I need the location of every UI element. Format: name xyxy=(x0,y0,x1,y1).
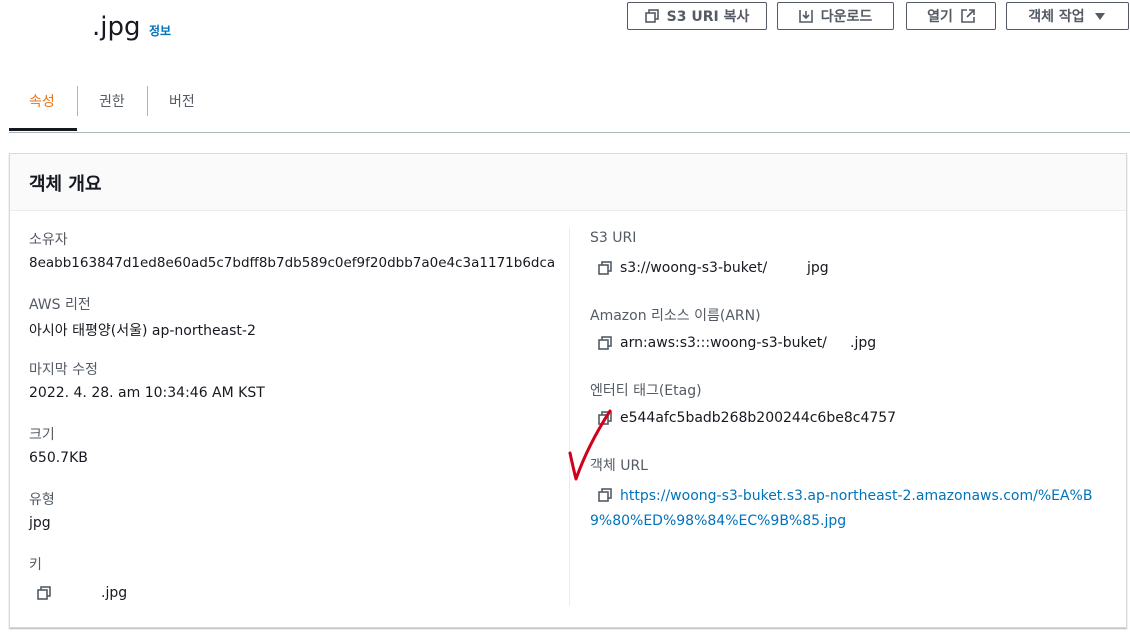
copy-s3-uri-icon[interactable] xyxy=(598,261,612,275)
page-title: .jpg xyxy=(92,12,141,42)
open-label: 열기 xyxy=(927,9,953,25)
copy-icon xyxy=(644,9,659,23)
object-overview-panel: 객체 개요 소유자 8eabb163847d1ed8e60ad5c7bdff8b… xyxy=(9,153,1127,628)
key-value: .jpg xyxy=(101,585,128,601)
tab-versions[interactable]: 버전 xyxy=(169,72,195,130)
tab-divider xyxy=(77,86,78,116)
external-link-icon xyxy=(961,9,975,23)
last-modified-label: 마지막 수정 xyxy=(29,362,98,378)
type-label: 유형 xyxy=(29,492,55,508)
copy-object-url-icon[interactable] xyxy=(598,488,612,502)
object-url-link[interactable]: https://woong-s3-buket.s3.ap-northeast-2… xyxy=(590,488,1092,529)
object-actions-button[interactable]: 객체 작업 xyxy=(1006,2,1129,30)
download-button[interactable]: 다운로드 xyxy=(777,2,894,30)
tab-bar: 속성 권한 버전 xyxy=(9,72,1130,133)
copy-s3-uri-label: S3 URI 복사 xyxy=(666,9,750,25)
tab-divider xyxy=(147,86,148,116)
s3-uri-label: S3 URI xyxy=(590,230,637,246)
copy-arn-icon[interactable] xyxy=(598,336,612,350)
tab-permissions[interactable]: 권한 xyxy=(99,72,125,130)
etag-value: e544afc5badb268b200244c6be8c4757 xyxy=(620,410,897,426)
open-button[interactable]: 열기 xyxy=(906,2,996,30)
arn-value-prefix: arn:aws:s3:::woong-s3-buket/ xyxy=(620,335,827,351)
object-url-block: https://woong-s3-buket.s3.ap-northeast-2… xyxy=(590,484,1100,534)
size-label: 크기 xyxy=(29,427,55,443)
object-actions-label: 객체 작업 xyxy=(1028,9,1085,25)
redacted-filename xyxy=(6,4,92,50)
arn-value-suffix: .jpg xyxy=(850,335,877,351)
region-value: 아시아 태평양(서울) ap-northeast-2 xyxy=(29,323,256,339)
owner-value: 8eabb163847d1ed8e60ad5c7bdff8b7db589c0ef… xyxy=(29,255,556,271)
key-label: 키 xyxy=(29,557,42,573)
region-label: AWS 리전 xyxy=(29,297,91,313)
s3-uri-value-prefix: s3://woong-s3-buket/ xyxy=(620,260,768,276)
tab-properties[interactable]: 속성 xyxy=(29,72,55,130)
info-link[interactable]: 정보 xyxy=(149,22,171,39)
owner-label: 소유자 xyxy=(29,232,68,248)
panel-header: 객체 개요 xyxy=(10,154,1126,211)
size-value: 650.7KB xyxy=(29,450,88,466)
type-value: jpg xyxy=(29,515,51,531)
object-header: .jpg 정보 S3 URI 복사 다운로드 열기 객체 작업 xyxy=(0,0,1130,60)
download-icon xyxy=(798,10,813,23)
s3-uri-value-suffix: jpg xyxy=(807,260,829,276)
active-tab-indicator xyxy=(9,128,77,131)
copy-s3-uri-button[interactable]: S3 URI 복사 xyxy=(627,2,767,30)
download-label: 다운로드 xyxy=(820,9,873,25)
arn-label: Amazon 리소스 이름(ARN) xyxy=(590,308,761,324)
last-modified-value: 2022. 4. 28. am 10:34:46 AM KST xyxy=(29,385,265,401)
panel-title: 객체 개요 xyxy=(29,174,102,195)
copy-key-icon[interactable] xyxy=(37,586,51,600)
checkmark-annotation-icon xyxy=(568,409,612,481)
etag-label: 엔터티 태그(Etag) xyxy=(590,383,702,399)
caret-down-icon xyxy=(1094,13,1105,20)
